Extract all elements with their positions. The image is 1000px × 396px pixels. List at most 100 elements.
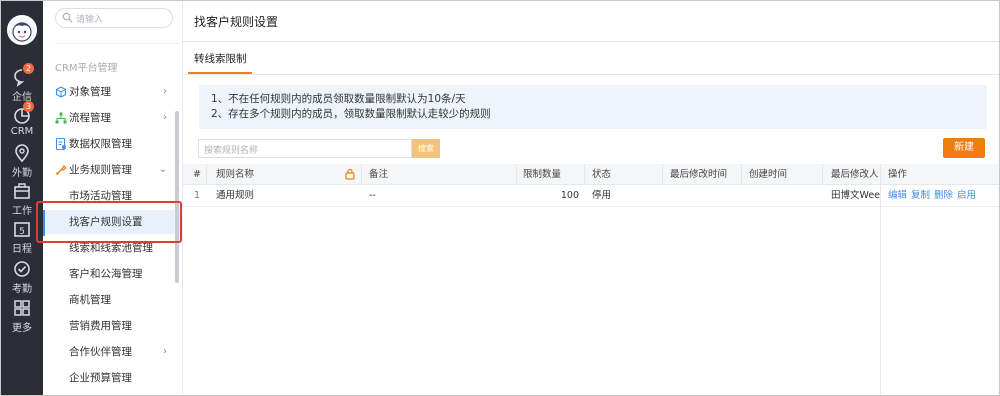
- sidebar-subitem-customer-sea[interactable]: 客户和公海管理: [43, 262, 183, 286]
- delete-link[interactable]: 删除: [934, 190, 953, 201]
- rules-icon: [56, 164, 67, 175]
- chat-badge: 2: [23, 63, 34, 74]
- menu-divider: [55, 43, 179, 44]
- sidebar-subitem-marketing-cost[interactable]: 营销费用管理: [43, 314, 183, 338]
- chevron-right-icon: ›: [163, 86, 167, 97]
- nav-label-attendance: 考勤: [12, 284, 32, 295]
- cell-status: 停用: [592, 190, 612, 201]
- sidebar-item-label: 对象管理: [69, 86, 111, 98]
- column-divider: [741, 164, 742, 184]
- cell-index: 1: [194, 190, 201, 201]
- nav-rail: 2 企信 3 CRM 外勤 工作 5 日程 考勤 更多: [1, 1, 43, 395]
- sidebar-item-flow-management[interactable]: 流程管理 ›: [43, 106, 183, 130]
- check-circle-icon: [14, 261, 30, 277]
- column-divider: [822, 164, 823, 184]
- menu-search-placeholder: 请输入: [76, 15, 104, 25]
- cube-icon: [55, 86, 67, 98]
- calendar-icon: 5: [14, 222, 30, 237]
- notice-line-2: 2、存在多个规则内的成员，领取数量限制默认走较少的规则: [211, 108, 491, 120]
- column-header-created-time: 创建时间: [749, 169, 788, 180]
- cell-rule-name: 通用规则: [216, 190, 255, 201]
- column-divider: [584, 164, 585, 184]
- search-icon: [62, 12, 73, 23]
- column-header-name: 规则名称: [216, 169, 255, 180]
- ops-column-divider: [880, 164, 881, 395]
- crm-badge: 3: [23, 101, 34, 112]
- page-title: 找客户规则设置: [194, 15, 279, 29]
- cell-ops: 编辑 复制 删除 启用: [888, 185, 980, 206]
- sidebar-item-data-permission[interactable]: 数据权限管理: [43, 132, 183, 156]
- highlight-annotation-box: [36, 201, 182, 243]
- location-icon: [15, 144, 29, 163]
- cell-modifier: 田博文Weeki: [831, 190, 881, 201]
- sidebar-subitem-label: 合作伙伴管理: [69, 346, 132, 358]
- chevron-right-icon: ›: [163, 112, 167, 123]
- chevron-down-icon: ⌄: [158, 164, 167, 175]
- search-button[interactable]: 搜索: [412, 139, 440, 158]
- sidebar-item-business-rules[interactable]: 业务规则管理 ⌄: [43, 158, 183, 182]
- rule-search-input[interactable]: 搜索规则名称: [198, 139, 412, 158]
- column-header-index: #: [193, 169, 201, 180]
- column-header-ops: 操作: [888, 169, 908, 180]
- sidebar-subitem-budget[interactable]: 企业预算管理: [43, 366, 183, 390]
- nav-label-field: 外勤: [12, 168, 32, 179]
- sidebar-item-label: 流程管理: [69, 112, 111, 124]
- sidebar-subitem-label: 营销费用管理: [69, 320, 132, 332]
- sidebar-item-label: 数据权限管理: [69, 138, 132, 150]
- copy-link[interactable]: 复制: [911, 190, 930, 201]
- nav-label-more: 更多: [12, 323, 32, 334]
- nav-label-calendar: 日程: [12, 244, 32, 255]
- data-permission-icon: [55, 138, 66, 150]
- flow-icon: [55, 112, 67, 124]
- sidebar-subitem-label: 客户和公海管理: [69, 268, 143, 280]
- nav-item-more[interactable]: 更多: [1, 298, 43, 334]
- briefcase-icon: [14, 183, 30, 199]
- tabs-divider: [183, 74, 999, 75]
- column-header-modified-time: 最后修改时间: [670, 169, 728, 180]
- cell-limit: 100: [560, 190, 579, 201]
- header-divider: [183, 41, 999, 42]
- grid-icon: [14, 300, 30, 316]
- edit-link[interactable]: 编辑: [888, 190, 907, 201]
- sidebar-subitem-label: 企业预算管理: [69, 372, 132, 384]
- nav-item-crm[interactable]: 3 CRM: [1, 101, 43, 137]
- app-window: 2 企信 3 CRM 外勤 工作 5 日程 考勤 更多 请输入 CRM平台管理 …: [0, 0, 1000, 396]
- avatar-icon: [12, 22, 32, 42]
- menu-group-title: CRM平台管理: [55, 63, 118, 74]
- column-divider: [516, 164, 517, 184]
- sidebar-item-label: 业务规则管理: [69, 164, 132, 176]
- cell-remark: --: [369, 190, 376, 201]
- menu-search-input[interactable]: 请输入: [55, 8, 173, 28]
- column-divider: [361, 164, 362, 184]
- column-divider: [662, 164, 663, 184]
- nav-item-chat[interactable]: 2 企信: [1, 63, 43, 103]
- column-divider: [206, 164, 207, 184]
- column-header-limit: 限制数量: [523, 169, 562, 180]
- sidebar-item-object-management[interactable]: 对象管理 ›: [43, 80, 183, 104]
- chevron-right-icon: ›: [163, 346, 167, 357]
- notice-line-1: 1、不在任何规则内的成员领取数量限制默认为10条/天: [211, 93, 466, 105]
- sidebar-subitem-opportunity[interactable]: 商机管理: [43, 288, 183, 312]
- column-header-modifier: 最后修改人: [831, 169, 879, 180]
- sidebar-subitem-partner[interactable]: 合作伙伴管理 ›: [43, 340, 183, 364]
- calendar-day: 5: [19, 227, 25, 237]
- new-rule-button[interactable]: 新建: [943, 138, 985, 158]
- table-row[interactable]: 1 通用规则 -- 100 停用 田博文Weeki 编辑复制删除启用: [183, 185, 999, 207]
- lock-icon[interactable]: [345, 168, 355, 180]
- enable-link[interactable]: 启用: [957, 190, 976, 201]
- nav-label-crm: CRM: [10, 126, 34, 137]
- table-header: # 规则名称 备注 限制数量 状态 最后修改时间 创建时间 最后修改人 操作: [183, 164, 999, 185]
- menu-scrollbar[interactable]: [175, 111, 179, 283]
- column-header-status: 状态: [592, 169, 612, 180]
- sidebar-menu: 请输入 CRM平台管理 对象管理 › 流程管理 › 数据权限管理 业务规则管理 …: [43, 1, 183, 395]
- sidebar-subitem-label: 商机管理: [69, 294, 111, 306]
- column-header-remark: 备注: [369, 169, 389, 180]
- nav-item-attendance[interactable]: 考勤: [1, 259, 43, 295]
- avatar[interactable]: [7, 15, 37, 45]
- info-notice: 1、不在任何规则内的成员领取数量限制默认为10条/天 2、存在多个规则内的成员，…: [199, 85, 987, 129]
- nav-label-work: 工作: [12, 206, 32, 217]
- tab-lead-limit[interactable]: 转线索限制: [194, 51, 247, 66]
- nav-item-field[interactable]: 外勤: [1, 143, 43, 179]
- main-content: 找客户规则设置 转线索限制 1、不在任何规则内的成员领取数量限制默认为10条/天…: [183, 1, 999, 395]
- rule-search-placeholder: 搜索规则名称: [204, 146, 259, 156]
